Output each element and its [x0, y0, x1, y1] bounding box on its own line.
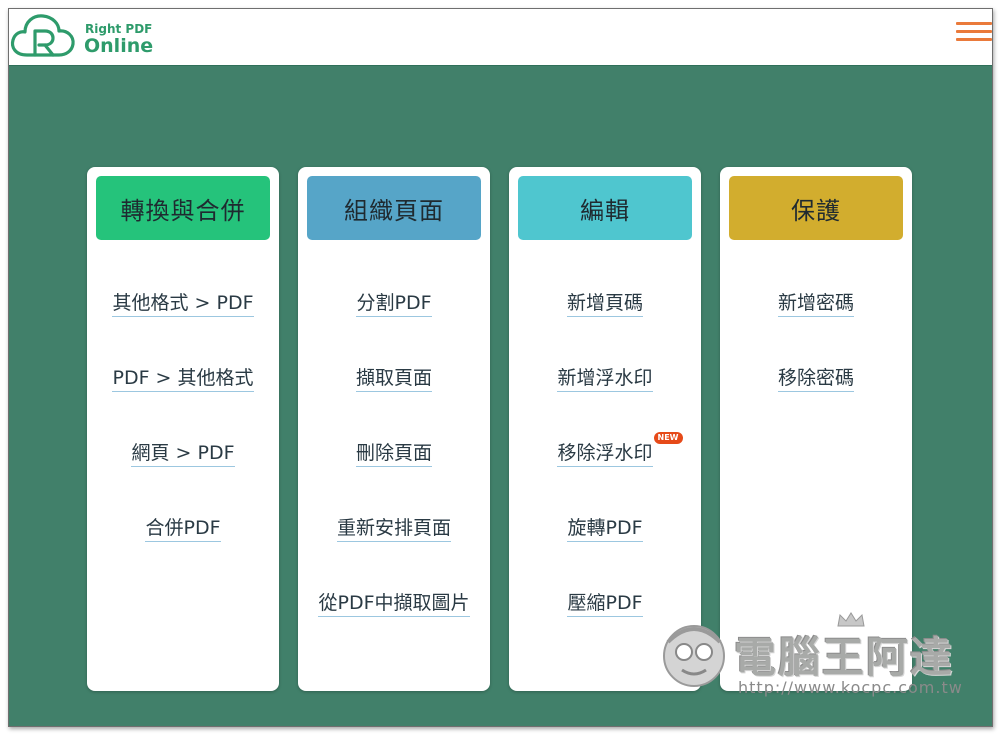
- tool-link[interactable]: 從PDF中擷取圖片: [318, 591, 470, 617]
- tool-link-list: 新增密碼 移除密碼: [720, 291, 912, 441]
- tool-link-item: 分割PDF: [298, 291, 490, 366]
- tool-link-label: 合併PDF: [145, 517, 221, 539]
- tool-link-label: 分割PDF: [356, 292, 432, 314]
- tool-link[interactable]: 擷取頁面: [355, 366, 432, 392]
- tool-link[interactable]: 移除密碼: [777, 366, 854, 392]
- tool-link-item: 其他格式 > PDF: [87, 291, 279, 366]
- logo-text-right-pdf: Right PDF: [85, 22, 153, 36]
- browser-frame: Right PDF Online 轉換與合併其他格式 > PDF PDF > 其他…: [8, 8, 993, 727]
- tool-link[interactable]: 其他格式 > PDF: [112, 291, 254, 317]
- tool-link-item: 擷取頁面: [298, 366, 490, 441]
- category-card: 轉換與合併其他格式 > PDF PDF > 其他格式 網頁 > PDF 合併PDF: [87, 167, 279, 691]
- tool-link[interactable]: 壓縮PDF: [567, 591, 643, 617]
- tool-link-label: 新增密碼: [777, 292, 854, 314]
- tool-link-item: PDF > 其他格式: [87, 366, 279, 441]
- menu-line: [956, 30, 992, 33]
- tool-link-item: 從PDF中擷取圖片: [298, 591, 490, 666]
- category-header: 編輯: [518, 176, 692, 240]
- category-header: 保護: [729, 176, 903, 240]
- tool-link-label: 移除浮水印: [557, 442, 653, 464]
- tool-link[interactable]: 重新安排頁面: [336, 516, 451, 542]
- tool-link-label: 刪除頁面: [355, 442, 432, 464]
- tool-link-label: 重新安排頁面: [336, 517, 451, 539]
- tool-link-label: 網頁 > PDF: [131, 442, 235, 464]
- tool-link-label: 新增頁碼: [566, 292, 643, 314]
- tool-link[interactable]: 合併PDF: [145, 516, 221, 542]
- tool-link-label: 旋轉PDF: [567, 517, 643, 539]
- tool-link-list: 其他格式 > PDF PDF > 其他格式 網頁 > PDF 合併PDF: [87, 291, 279, 591]
- menu-line: [956, 22, 992, 25]
- tool-link-item: 新增密碼: [720, 291, 912, 366]
- menu-line: [956, 38, 992, 41]
- tool-link-label: PDF > 其他格式: [112, 367, 254, 389]
- tool-link[interactable]: 分割PDF: [356, 291, 432, 317]
- category-header: 轉換與合併: [96, 176, 270, 240]
- tool-link-item: 合併PDF: [87, 516, 279, 591]
- tool-link[interactable]: 刪除頁面: [355, 441, 432, 467]
- category-card: 組織頁面分割PDF 擷取頁面刪除頁面重新安排頁面 從PDF中擷取圖片: [298, 167, 490, 691]
- tool-link-label: 移除密碼: [777, 367, 854, 389]
- tool-link-list: 分割PDF 擷取頁面刪除頁面重新安排頁面 從PDF中擷取圖片: [298, 291, 490, 666]
- tool-link-item: 移除密碼: [720, 366, 912, 441]
- tool-link-item: 新增浮水印: [509, 366, 701, 441]
- tool-link-item: 網頁 > PDF: [87, 441, 279, 516]
- tool-link-item: 旋轉PDF: [509, 516, 701, 591]
- tool-link-item: 移除浮水印 NEW: [509, 432, 701, 516]
- tool-link-label: 其他格式 > PDF: [112, 292, 254, 314]
- tool-link[interactable]: 新增頁碼: [566, 291, 643, 317]
- category-header: 組織頁面: [307, 176, 481, 240]
- tool-link[interactable]: 網頁 > PDF: [131, 441, 235, 467]
- site-header: Right PDF Online: [9, 9, 992, 66]
- cloud-logo-icon: [10, 14, 75, 57]
- hamburger-menu-icon[interactable]: [956, 22, 992, 42]
- tool-link-label: 從PDF中擷取圖片: [318, 592, 470, 614]
- tool-link[interactable]: 移除浮水印 NEW: [557, 432, 683, 467]
- tool-link[interactable]: 旋轉PDF: [567, 516, 643, 542]
- tool-link-item: 重新安排頁面: [298, 516, 490, 591]
- tool-link-label: 擷取頁面: [355, 367, 432, 389]
- tool-link-item: 刪除頁面: [298, 441, 490, 516]
- tool-link-label: 壓縮PDF: [567, 592, 643, 614]
- logo-text-online: Online: [84, 35, 154, 57]
- tool-link[interactable]: 新增浮水印: [557, 366, 653, 392]
- category-card: 保護新增密碼移除密碼: [720, 167, 912, 691]
- tool-link-item: 新增頁碼: [509, 291, 701, 366]
- tool-link-label: 新增浮水印: [557, 367, 653, 389]
- category-card: 編輯新增頁碼新增浮水印移除浮水印 NEW 旋轉PDF 壓縮PDF: [509, 167, 701, 691]
- tool-link[interactable]: 新增密碼: [777, 291, 854, 317]
- new-badge: NEW: [653, 432, 683, 444]
- site-logo[interactable]: Right PDF Online: [9, 11, 169, 63]
- tool-link[interactable]: PDF > 其他格式: [112, 366, 254, 392]
- tool-link-item: 壓縮PDF: [509, 591, 701, 666]
- tool-link-list: 新增頁碼新增浮水印移除浮水印 NEW 旋轉PDF 壓縮PDF: [509, 291, 701, 666]
